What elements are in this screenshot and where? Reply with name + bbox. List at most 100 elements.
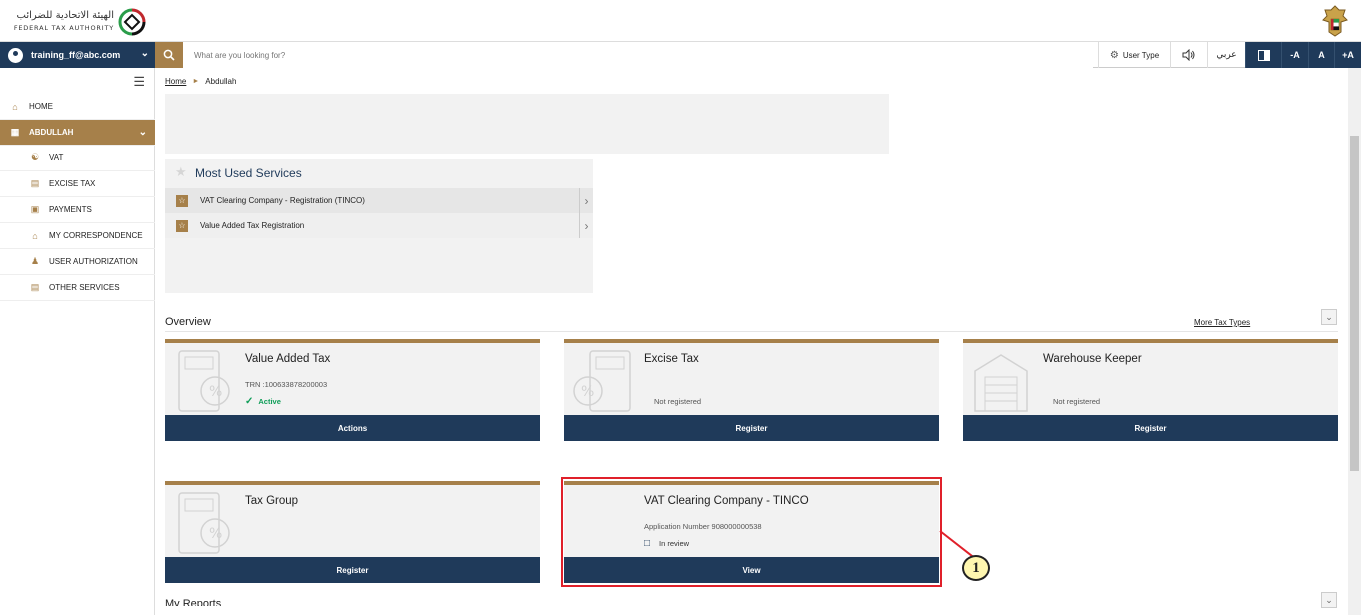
more-tax-types-link[interactable]: More Tax Types	[1194, 318, 1250, 327]
card-value-added-tax: % Value Added Tax TRN :100633878200003 ✓…	[165, 339, 540, 441]
sidebar-item-excise-tax[interactable]: ▤ EXCISE TAX	[0, 171, 155, 197]
nav-bar: training_ff@abc.com ⌄ ⚙ User Type عربي -…	[0, 42, 1361, 68]
user-email: training_ff@abc.com	[31, 50, 121, 60]
sidebar-item-payments[interactable]: ▣ PAYMENTS	[0, 197, 155, 223]
excise-icon: ▤	[30, 178, 40, 188]
svg-text:%: %	[209, 526, 222, 542]
speaker-button[interactable]	[1170, 42, 1207, 68]
sidebar-item-label: OTHER SERVICES	[49, 283, 120, 292]
font-normal-button[interactable]: A	[1308, 42, 1334, 68]
home-icon: ⌂	[12, 101, 18, 112]
card-title: Excise Tax	[644, 353, 699, 365]
register-button[interactable]: Register	[963, 415, 1338, 441]
scrollbar-thumb[interactable]	[1350, 136, 1359, 471]
user-type-button[interactable]: ⚙ User Type	[1098, 42, 1170, 68]
overview-collapse-button[interactable]: ⌄	[1321, 309, 1337, 325]
chevron-right-icon: ›	[579, 213, 593, 238]
search-input[interactable]	[183, 42, 1093, 68]
font-decrease-button[interactable]: -A	[1281, 42, 1308, 68]
uae-emblem-icon	[1322, 5, 1348, 37]
most-used-item-vat-registration[interactable]: ☆ Value Added Tax Registration ›	[165, 213, 593, 238]
callout-pointer	[939, 530, 976, 559]
sidebar-item-vat[interactable]: ☯ VAT	[0, 145, 155, 171]
other-services-icon: ▤	[30, 282, 40, 292]
calculator-icon: %	[178, 350, 230, 412]
warehouse-icon	[974, 354, 1028, 412]
chevron-down-icon: ⌄	[1325, 311, 1333, 322]
logo-english-text: FEDERAL TAX AUTHORITY	[13, 24, 114, 32]
register-button[interactable]: Register	[165, 557, 540, 583]
calculator-icon: %	[178, 492, 230, 554]
search-button[interactable]	[155, 42, 183, 68]
my-reports-collapse-button[interactable]: ⌄	[1321, 592, 1337, 608]
svg-text:%: %	[581, 384, 594, 400]
top-header: الهيئة الاتحادية للضرائب FEDERAL TAX AUT…	[0, 0, 1361, 42]
speaker-icon	[1182, 49, 1195, 61]
sidebar-item-other-services[interactable]: ▤ OTHER SERVICES	[0, 275, 155, 301]
sidebar-item-label: EXCISE TAX	[49, 179, 96, 188]
card-title: Value Added Tax	[245, 353, 331, 365]
callout-badge: 1	[962, 555, 990, 581]
card-title: Warehouse Keeper	[1043, 353, 1142, 365]
contrast-button[interactable]	[1245, 42, 1281, 68]
sidebar-item-home[interactable]: ⌂ HOME	[0, 94, 155, 120]
gear-icon: ⚙	[1109, 49, 1119, 61]
avatar-icon	[8, 47, 23, 63]
status-badge: ✓ Active	[245, 396, 281, 407]
grid-icon: ▦	[10, 127, 20, 137]
actions-button[interactable]: Actions	[165, 415, 540, 441]
card-warehouse-keeper: Warehouse Keeper Not registered Register	[963, 339, 1338, 441]
most-used-item-tinco[interactable]: ☆ VAT Clearing Company - Registration (T…	[165, 188, 593, 213]
most-used-services-title: Most Used Services	[195, 166, 302, 180]
card-excise-tax: % Excise Tax Not registered Register	[564, 339, 939, 441]
star-badge-icon: ☆	[176, 194, 188, 207]
overview-divider	[165, 331, 1338, 332]
status-label: Not registered	[654, 397, 702, 406]
overview-title: Overview	[165, 316, 211, 328]
card-trn: TRN :100633878200003	[245, 380, 328, 389]
sidebar: ☰ ⌂ HOME ▦ ABDULLAH ⌄ ☯ VAT ▤ EXCISE TAX…	[0, 68, 155, 615]
language-label: عربي	[1216, 50, 1237, 60]
calculator-icon: %	[573, 350, 631, 412]
status-label: Active	[258, 397, 281, 406]
star-icon: ★	[175, 164, 187, 179]
breadcrumb: Home ► Abdullah	[155, 68, 1361, 94]
language-toggle[interactable]: عربي	[1207, 42, 1245, 68]
status-label: Not registered	[1053, 397, 1101, 406]
most-used-item-label: VAT Clearing Company - Registration (TIN…	[200, 196, 365, 205]
user-type-label: User Type	[1122, 50, 1160, 60]
banner-panel	[165, 94, 889, 154]
accessibility-tools: ⚙ User Type عربي -A A +A	[1098, 42, 1361, 68]
payments-icon: ▣	[30, 204, 40, 214]
breadcrumb-arrow-icon: ►	[192, 77, 200, 85]
most-used-item-label: Value Added Tax Registration	[200, 221, 305, 230]
scrollbar[interactable]	[1348, 68, 1361, 615]
sidebar-item-label: VAT	[49, 153, 64, 162]
search-icon	[163, 49, 175, 61]
user-menu[interactable]: training_ff@abc.com ⌄	[0, 42, 155, 68]
user-authorization-icon: ♟	[30, 256, 40, 266]
sidebar-item-label: HOME	[29, 102, 53, 111]
register-button[interactable]: Register	[564, 415, 939, 441]
sidebar-item-abdullah[interactable]: ▦ ABDULLAH ⌄	[0, 120, 155, 146]
svg-text:%: %	[209, 384, 222, 400]
vat-icon: ☯	[30, 152, 40, 162]
chevron-down-icon: ⌄	[140, 48, 149, 59]
fta-logo[interactable]: الهيئة الاتحادية للضرائب FEDERAL TAX AUT…	[8, 4, 148, 38]
sidebar-item-label: MY CORRESPONDENCE	[49, 231, 143, 240]
correspondence-icon: ⌂	[32, 230, 38, 241]
font-increase-button[interactable]: +A	[1334, 42, 1361, 68]
sidebar-item-user-authorization[interactable]: ♟ USER AUTHORIZATION	[0, 249, 155, 275]
chevron-down-icon: ⌄	[1325, 594, 1333, 605]
sidebar-item-my-correspondence[interactable]: ⌂ MY CORRESPONDENCE	[0, 223, 155, 249]
chevron-down-icon: ⌄	[138, 127, 147, 138]
breadcrumb-home-link[interactable]: Home	[165, 77, 186, 86]
my-reports-title: My Reports	[165, 598, 222, 606]
breadcrumb-current: Abdullah	[205, 76, 237, 86]
chevron-right-icon: ›	[579, 188, 593, 213]
card-tax-group: % Tax Group Register	[165, 481, 540, 583]
check-circle-icon: ✓	[245, 396, 254, 407]
hamburger-menu-icon[interactable]: ☰	[133, 74, 145, 90]
fta-emblem-icon	[118, 8, 146, 36]
star-badge-icon: ☆	[176, 219, 188, 232]
